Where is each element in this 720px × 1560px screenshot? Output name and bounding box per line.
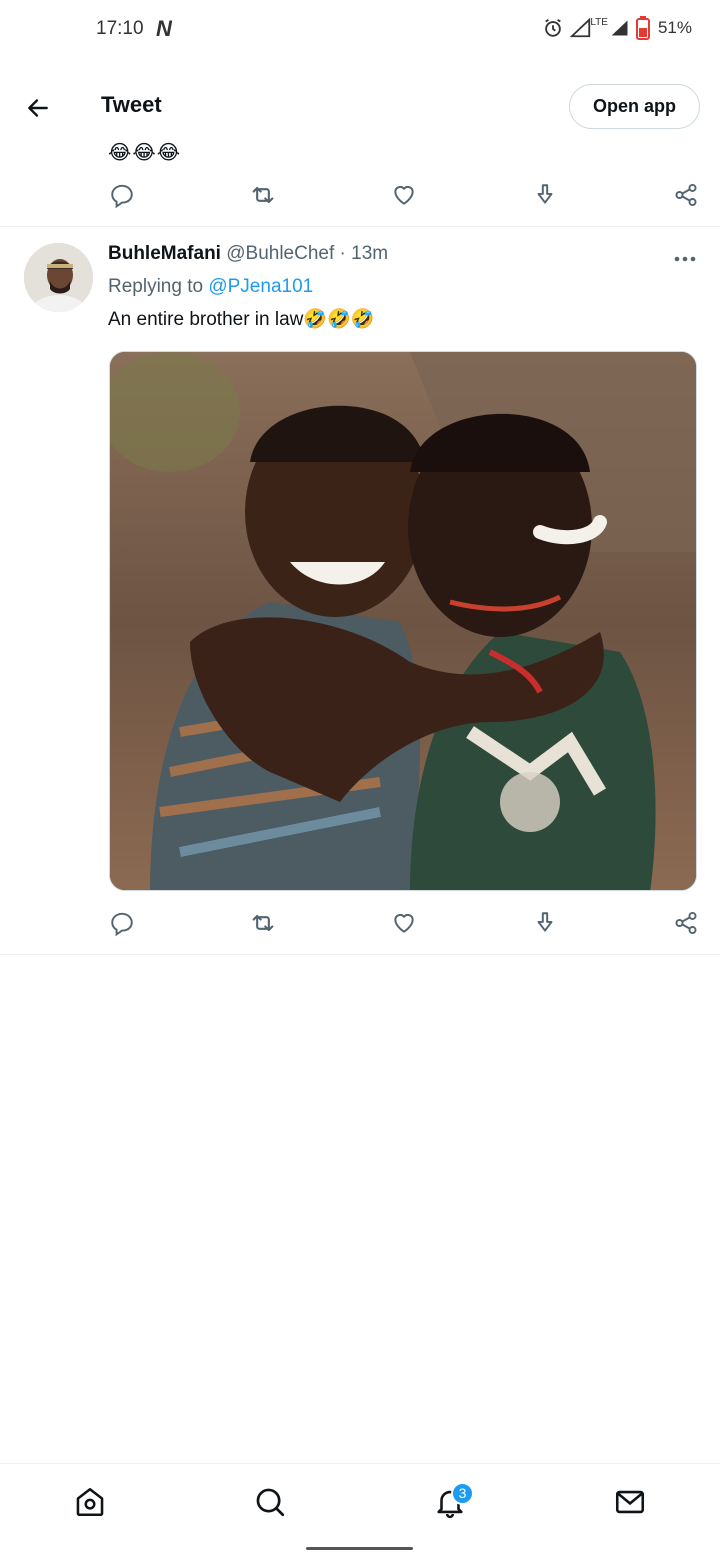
signal-icon-2 — [611, 20, 628, 36]
avatar-image — [24, 243, 93, 312]
mention-link[interactable]: @PJena101 — [208, 276, 313, 297]
back-button[interactable] — [18, 88, 58, 128]
tweet-text: An entire brother in law🤣🤣🤣 — [108, 309, 375, 330]
retweet-icon — [252, 186, 274, 204]
arrow-left-icon — [28, 99, 48, 117]
user-handle[interactable]: @BuhleChef — [226, 243, 334, 264]
replying-prefix: Replying to — [108, 276, 204, 297]
tweet-time[interactable]: 13m — [351, 243, 388, 264]
download-button[interactable] — [531, 909, 559, 937]
home-indicator[interactable] — [306, 1547, 413, 1550]
like-button[interactable] — [390, 909, 418, 937]
page-title: Tweet — [101, 92, 162, 117]
battery-icon — [635, 16, 650, 40]
bottom-nav: 3 — [0, 1463, 720, 1539]
status-bar: 17:10 N LTE 51% — [0, 0, 720, 60]
nav-messages[interactable] — [600, 1472, 660, 1532]
share-button[interactable] — [672, 909, 700, 937]
alarm-icon — [545, 18, 562, 37]
more-button[interactable] — [672, 246, 698, 272]
retweet-button[interactable] — [249, 181, 277, 209]
battery-percent: 51% — [657, 18, 692, 37]
more-icon — [674, 256, 696, 262]
share-button[interactable] — [672, 181, 700, 209]
download-icon — [537, 912, 553, 932]
share-icon — [675, 183, 697, 207]
notifications-badge: 3 — [451, 1481, 474, 1505]
tweet-image[interactable] — [109, 351, 697, 891]
signal-icon — [570, 17, 591, 38]
divider — [0, 954, 720, 955]
separator: · — [339, 243, 346, 264]
network-logo-icon: N — [156, 16, 172, 41]
replying-to: Replying to @PJena101 — [108, 276, 313, 298]
heart-icon — [394, 913, 414, 933]
retweet-button[interactable] — [249, 909, 277, 937]
tweet-actions — [108, 903, 700, 943]
retweet-icon — [252, 914, 274, 932]
tweet-header: BuhleMafani @BuhleChef · 13m — [108, 243, 388, 265]
photo-two-laughing-kids — [110, 352, 696, 890]
mail-icon — [615, 1490, 645, 1513]
nav-search[interactable] — [240, 1472, 300, 1532]
status-time: 17:10 — [96, 18, 144, 39]
previous-tweet-text: 😂😂😂 — [108, 142, 182, 164]
home-icon — [76, 1487, 104, 1516]
top-header: Tweet Open app — [0, 68, 720, 144]
reply-button[interactable] — [108, 181, 136, 209]
network-type: LTE — [590, 16, 608, 28]
nav-notifications[interactable]: 3 — [420, 1472, 480, 1532]
download-button[interactable] — [531, 181, 559, 209]
reply-icon — [111, 184, 133, 208]
share-icon — [675, 911, 697, 935]
open-app-button[interactable]: Open app — [568, 84, 700, 129]
reply-icon — [111, 912, 133, 936]
nav-home[interactable] — [60, 1472, 120, 1532]
previous-tweet-actions — [108, 175, 700, 215]
display-name[interactable]: BuhleMafani — [108, 243, 221, 264]
reply-button[interactable] — [108, 909, 136, 937]
status-icons: LTE 51% — [542, 16, 692, 40]
avatar[interactable] — [24, 243, 93, 312]
divider — [0, 226, 720, 227]
heart-icon — [394, 185, 414, 205]
search-icon — [256, 1488, 285, 1516]
download-icon — [537, 184, 553, 204]
like-button[interactable] — [390, 181, 418, 209]
